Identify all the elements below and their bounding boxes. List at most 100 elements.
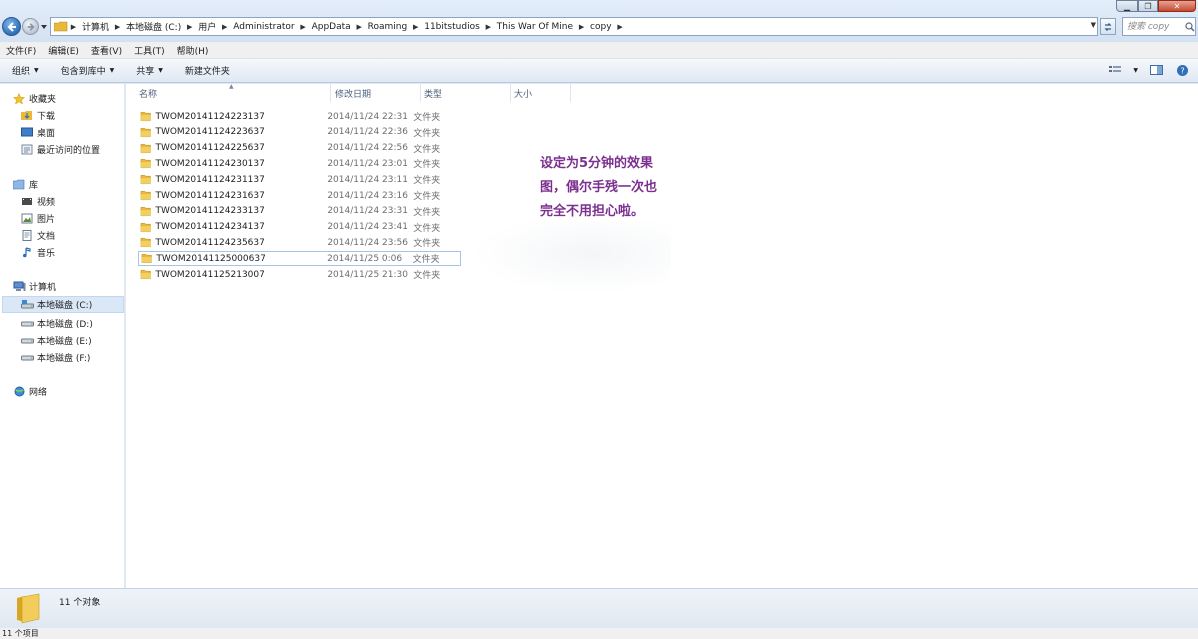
nav-recent-places-label: 最近访问的位置: [37, 146, 101, 156]
organize-button[interactable]: 组织 ▼: [12, 64, 39, 77]
file-name: TWOM20141124231637: [155, 190, 265, 201]
menu-view[interactable]: 查看(V): [85, 44, 128, 57]
menu-file[interactable]: 文件(F): [0, 44, 42, 57]
breadcrumb-separator-icon[interactable]: ▶: [112, 23, 123, 31]
breadcrumb-users[interactable]: 用户: [195, 20, 219, 33]
file-type: 文件夹: [413, 144, 441, 155]
nav-computer[interactable]: 计算机: [12, 280, 56, 293]
menu-edit[interactable]: 编辑(E): [42, 44, 85, 57]
column-header-type[interactable]: 类型: [424, 84, 509, 102]
recent-places-icon: [20, 144, 34, 156]
breadcrumb-separator-icon[interactable]: ▶: [576, 23, 587, 31]
breadcrumb-separator-icon[interactable]: ▶: [410, 23, 421, 31]
nav-favorites[interactable]: 收藏夹: [12, 92, 56, 105]
file-row[interactable]: TWOM20141124235637 2014/11/24 23:56 文件夹: [138, 235, 461, 250]
nav-recent-places[interactable]: 最近访问的位置: [20, 143, 100, 156]
file-row[interactable]: TWOM20141124231637 2014/11/24 23:16 文件夹: [138, 188, 461, 203]
file-date-modified: 2014/11/25 0:06: [327, 253, 403, 264]
address-box[interactable]: ▶ 计算机 ▶ 本地磁盘 (C:) ▶ 用户 ▶ Administrator ▶…: [50, 17, 1098, 36]
nav-libraries[interactable]: 库: [12, 178, 38, 191]
nav-network[interactable]: 网络: [12, 385, 47, 398]
nav-downloads[interactable]: 下载: [20, 109, 55, 122]
file-row[interactable]: TWOM20141124233137 2014/11/24 23:31 文件夹: [138, 204, 461, 219]
recent-pages-dropdown-icon[interactable]: [40, 23, 48, 31]
view-dropdown-icon[interactable]: ▼: [1133, 67, 1138, 74]
breadcrumb-11bitstudios[interactable]: 11bitstudios: [421, 22, 483, 32]
breadcrumb-separator-icon[interactable]: ▶: [184, 23, 195, 31]
file-row[interactable]: TWOM20141124230137 2014/11/24 23:01 文件夹: [138, 156, 461, 171]
include-library-label: 包含到库中: [60, 67, 106, 77]
file-date-modified: 2014/11/24 22:31: [327, 111, 408, 122]
nav-drive-d[interactable]: 本地磁盘 (D:): [20, 317, 93, 330]
file-row[interactable]: TWOM20141125213007 2014/11/25 21:30 文件夹: [138, 267, 461, 282]
search-input[interactable]: [1127, 19, 1185, 34]
search-box[interactable]: [1122, 17, 1196, 36]
annotation-line: 图，偶尔手残一次也: [540, 180, 658, 195]
nav-drive-e[interactable]: 本地磁盘 (E:): [20, 334, 92, 347]
nav-documents[interactable]: 文档: [20, 229, 55, 242]
file-row[interactable]: TWOM20141124234137 2014/11/24 23:41 文件夹: [138, 220, 461, 235]
include-in-library-button[interactable]: 包含到库中 ▼: [61, 64, 115, 77]
file-row[interactable]: TWOM20141124223637 2014/11/24 22:36 文件夹: [138, 125, 461, 140]
file-date-modified: 2014/11/24 23:56: [327, 237, 408, 248]
column-header-name[interactable]: 名称: [139, 84, 329, 102]
nav-drive-f[interactable]: 本地磁盘 (F:): [20, 351, 90, 364]
file-type: 文件夹: [413, 128, 441, 139]
folder-icon: [140, 159, 151, 169]
file-date-modified: 2014/11/24 23:41: [327, 222, 408, 233]
breadcrumb-computer[interactable]: 计算机: [79, 20, 112, 33]
minimize-icon: ▁: [1123, 1, 1131, 11]
nav-desktop[interactable]: 桌面: [20, 126, 55, 139]
breadcrumb-administrator[interactable]: Administrator: [230, 22, 297, 32]
share-label: 共享: [136, 67, 155, 77]
breadcrumb-appdata[interactable]: AppData: [309, 22, 354, 32]
refresh-button[interactable]: [1100, 18, 1116, 35]
column-divider[interactable]: [570, 84, 571, 102]
maximize-button[interactable]: ❐: [1138, 0, 1158, 12]
breadcrumb-separator-icon[interactable]: ▶: [483, 23, 494, 31]
forward-button[interactable]: [22, 18, 39, 35]
breadcrumb-separator-icon[interactable]: ▶: [219, 23, 230, 31]
breadcrumb-drive-c[interactable]: 本地磁盘 (C:): [123, 20, 184, 33]
file-type: 文件夹: [413, 207, 441, 218]
breadcrumb-roaming[interactable]: Roaming: [365, 22, 411, 32]
folder-icon: [17, 593, 40, 624]
nav-music[interactable]: 音乐: [20, 246, 55, 259]
column-header-date[interactable]: 修改日期: [335, 84, 420, 102]
new-folder-button[interactable]: 新建文件夹: [185, 64, 230, 77]
menu-tools[interactable]: 工具(T): [128, 44, 171, 57]
column-divider[interactable]: [330, 84, 331, 102]
file-row[interactable]: TWOM20141124225637 2014/11/24 22:56 文件夹: [138, 141, 461, 156]
file-row[interactable]: TWOM20141124223137 2014/11/24 22:31 文件夹: [138, 109, 461, 124]
change-view-button[interactable]: [1107, 63, 1123, 77]
preview-pane-button[interactable]: [1148, 63, 1164, 77]
nav-drive-d-label: 本地磁盘 (D:): [37, 320, 93, 330]
search-icon[interactable]: [1185, 21, 1195, 32]
minimize-button[interactable]: ▁: [1116, 0, 1138, 12]
breadcrumb-separator-icon[interactable]: ▶: [354, 23, 365, 31]
breadcrumb-separator-icon[interactable]: ▶: [615, 23, 626, 31]
nav-videos[interactable]: 视频: [20, 195, 55, 208]
breadcrumb-separator-icon[interactable]: ▶: [68, 23, 79, 31]
column-divider[interactable]: [420, 84, 421, 102]
file-row[interactable]: TWOM20141125000637 2014/11/25 0:06 文件夹: [138, 251, 461, 267]
share-button[interactable]: 共享 ▼: [136, 64, 163, 77]
breadcrumb-this-war-of-mine[interactable]: This War Of Mine: [494, 22, 576, 32]
menu-help[interactable]: 帮助(H): [171, 44, 215, 57]
navigation-pane: 收藏夹 下载 桌面 最近访问的位置 库 视频 图片 文档 音乐 计算机 本地磁盘…: [0, 84, 125, 588]
close-button[interactable]: ✕: [1158, 0, 1196, 12]
help-icon: ?: [1176, 64, 1188, 76]
breadcrumb-separator-icon[interactable]: ▶: [298, 23, 309, 31]
column-header-size[interactable]: 大小: [514, 84, 569, 102]
nav-drive-c[interactable]: 本地磁盘 (C:): [2, 296, 124, 313]
back-button[interactable]: [2, 17, 21, 36]
nav-pictures[interactable]: 图片: [20, 212, 55, 225]
annotation-line: 完全不用担心啦。: [540, 204, 645, 219]
file-row[interactable]: TWOM20141124231137 2014/11/24 23:11 文件夹: [138, 172, 461, 187]
file-name: TWOM20141124225637: [155, 143, 265, 154]
breadcrumb-copy[interactable]: copy: [587, 22, 615, 32]
help-button[interactable]: ?: [1174, 63, 1190, 77]
file-type: 文件夹: [413, 271, 441, 281]
column-divider[interactable]: [510, 84, 511, 102]
address-history-dropdown-icon[interactable]: ▼: [1091, 21, 1096, 29]
